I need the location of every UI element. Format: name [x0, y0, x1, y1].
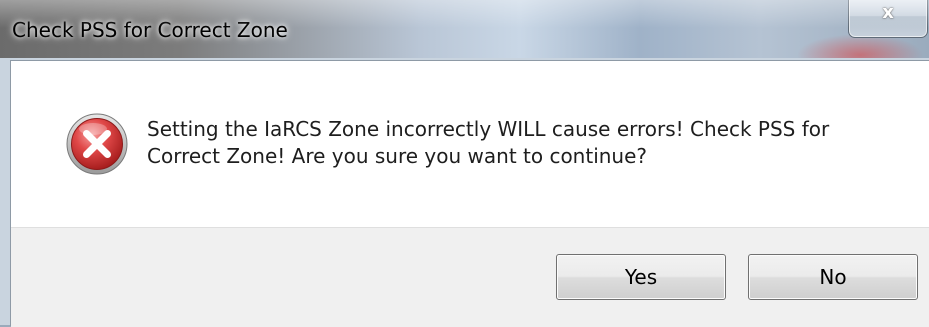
button-bar: Yes No: [11, 227, 929, 327]
no-button[interactable]: No: [748, 254, 918, 300]
close-button[interactable]: x: [848, 0, 928, 38]
title-bar[interactable]: Check PSS for Correct Zone x: [0, 0, 929, 60]
message-area: Setting the IaRCS Zone incorrectly WILL …: [11, 61, 929, 227]
error-icon: [66, 113, 128, 175]
window-title: Check PSS for Correct Zone: [12, 18, 288, 42]
yes-button[interactable]: Yes: [556, 254, 726, 300]
dialog-message: Setting the IaRCS Zone incorrectly WILL …: [147, 117, 830, 168]
dialog-body: Setting the IaRCS Zone incorrectly WILL …: [10, 60, 929, 327]
close-icon: x: [882, 2, 894, 23]
